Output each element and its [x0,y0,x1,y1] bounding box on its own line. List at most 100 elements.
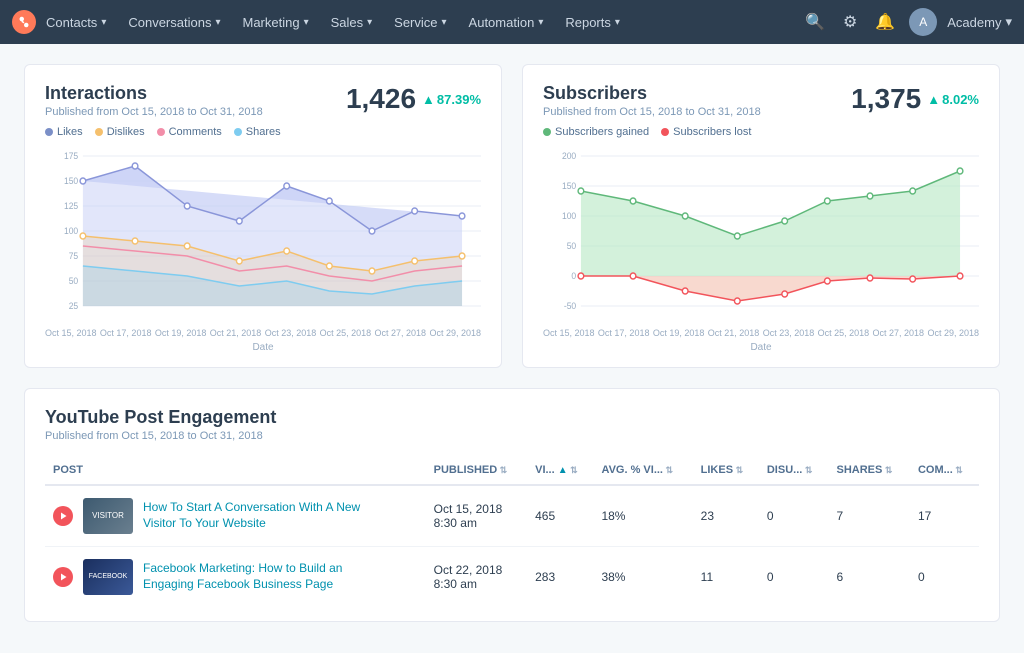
nav-marketing[interactable]: Marketing ▾ [232,9,318,36]
nav-right: 🔍 ⚙ 🔔 A Academy ▾ [801,8,1012,36]
published-2: Oct 22, 20188:30 am [426,547,528,608]
main-content: Interactions Published from Oct 15, 2018… [0,44,1024,642]
youtube-icon-1 [53,506,73,526]
subscribers-stat: 1,375 ▲ 8.02% [851,83,979,115]
post-title-1[interactable]: How To Start A Conversation With A New V… [143,500,373,531]
subscribers-value: 1,375 [851,83,921,115]
youtube-play-icon [57,510,69,522]
nav-conversations[interactable]: Conversations ▾ [118,9,230,36]
interactions-title: Interactions [45,83,263,104]
subscribers-x-labels: Oct 15, 2018 Oct 17, 2018 Oct 19, 2018 O… [543,328,979,338]
chevron-icon: ▾ [367,17,372,28]
legend-lost: Subscribers lost [661,126,751,138]
chevron-icon: ▾ [442,17,447,28]
subscribers-title: Subscribers [543,83,761,104]
col-post: POST [45,456,426,485]
engagement-subtitle: Published from Oct 15, 2018 to Oct 31, 2… [45,430,979,442]
likes-1: 23 [693,485,759,547]
svg-text:0: 0 [571,271,576,281]
table-header: POST PUBLISHED VI... ▲ AVG. % VI... LIKE… [45,456,979,485]
dislikes-dot [95,128,103,136]
post-title-2[interactable]: Facebook Marketing: How to Build an Enga… [143,561,373,592]
chevron-icon: ▾ [615,17,620,28]
navbar: Contacts ▾ Conversations ▾ Marketing ▾ S… [0,0,1024,44]
legend-comments: Comments [157,126,222,138]
likes-2: 11 [693,547,759,608]
svg-text:150: 150 [64,176,78,186]
interactions-card: Interactions Published from Oct 15, 2018… [24,64,502,368]
post-cell-1: VISITOR How To Start A Conversation With… [45,485,426,547]
views-2: 283 [527,547,593,608]
subscribers-legend: Subscribers gained Subscribers lost [543,126,979,138]
comments-dot [157,128,165,136]
legend-shares: Shares [234,126,281,138]
interactions-change: ▲ 87.39% [422,92,481,107]
shares-2: 6 [829,547,910,608]
chevron-down-icon: ▾ [1005,14,1012,30]
col-likes[interactable]: LIKES [693,456,759,485]
interactions-legend: Likes Dislikes Comments Shares [45,126,481,138]
charts-row: Interactions Published from Oct 15, 2018… [24,64,1000,368]
legend-dislikes: Dislikes [95,126,145,138]
interactions-chart: 175 150 125 100 75 50 25 [45,146,481,326]
post-thumbnail-1: VISITOR [83,498,133,534]
gear-icon[interactable]: ⚙ [839,8,861,36]
sub-card-header: Subscribers Published from Oct 15, 2018 … [543,83,979,126]
legend-likes: Likes [45,126,83,138]
svg-text:200: 200 [562,151,576,161]
shares-dot [234,128,242,136]
interactions-subtitle: Published from Oct 15, 2018 to Oct 31, 2… [45,106,263,118]
engagement-card: YouTube Post Engagement Published from O… [24,388,1000,622]
nav-reports[interactable]: Reports ▾ [555,9,630,36]
chevron-icon: ▾ [101,17,106,28]
subscribers-subtitle: Published from Oct 15, 2018 to Oct 31, 2… [543,106,761,118]
col-views[interactable]: VI... ▲ [527,456,593,485]
search-icon[interactable]: 🔍 [801,8,829,36]
avatar[interactable]: A [909,8,937,36]
nav-automation[interactable]: Automation ▾ [459,9,554,36]
col-dislikes[interactable]: DISU... [759,456,829,485]
likes-dot [45,128,53,136]
svg-text:100: 100 [562,211,576,221]
col-avg-viewed[interactable]: AVG. % VI... [593,456,692,485]
post-thumbnail-2: FACEBOOK [83,559,133,595]
post-cell-2: FACEBOOK Facebook Marketing: How to Buil… [45,547,426,608]
dislikes-2: 0 [759,547,829,608]
card-header: Interactions Published from Oct 15, 2018… [45,83,481,126]
lost-dot [661,128,669,136]
engagement-title: YouTube Post Engagement [45,407,979,428]
svg-text:125: 125 [64,201,78,211]
col-comments[interactable]: COM... [910,456,979,485]
nav-sales[interactable]: Sales ▾ [321,9,383,36]
col-shares[interactable]: SHARES [829,456,910,485]
svg-text:50: 50 [69,276,79,286]
svg-text:100: 100 [64,226,78,236]
bell-icon[interactable]: 🔔 [871,8,899,36]
legend-gained: Subscribers gained [543,126,649,138]
comments-1: 17 [910,485,979,547]
gained-dot [543,128,551,136]
nav-items: Contacts ▾ Conversations ▾ Marketing ▾ S… [36,9,801,36]
subscribers-axis-label: Date [543,342,979,353]
table-body: VISITOR How To Start A Conversation With… [45,485,979,607]
svg-text:50: 50 [567,241,577,251]
shares-1: 7 [829,485,910,547]
hubspot-logo[interactable] [12,10,36,34]
table-row: VISITOR How To Start A Conversation With… [45,485,979,547]
svg-text:-50: -50 [564,301,576,311]
interactions-stat: 1,426 ▲ 87.39% [346,83,481,115]
avg-viewed-1: 18% [593,485,692,547]
col-published[interactable]: PUBLISHED [426,456,528,485]
svg-text:25: 25 [69,301,79,311]
comments-2: 0 [910,547,979,608]
views-1: 465 [527,485,593,547]
nav-service[interactable]: Service ▾ [384,9,456,36]
chevron-icon: ▾ [215,17,220,28]
interactions-x-labels: Oct 15, 2018 Oct 17, 2018 Oct 19, 2018 O… [45,328,481,338]
chevron-icon: ▾ [538,17,543,28]
table-row: FACEBOOK Facebook Marketing: How to Buil… [45,547,979,608]
avg-viewed-2: 38% [593,547,692,608]
nav-contacts[interactable]: Contacts ▾ [36,9,116,36]
subscribers-card: Subscribers Published from Oct 15, 2018 … [522,64,1000,368]
user-menu[interactable]: Academy ▾ [947,14,1012,30]
